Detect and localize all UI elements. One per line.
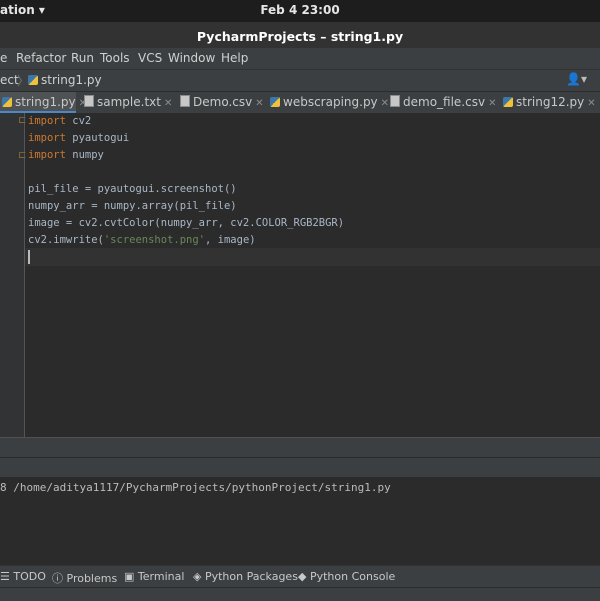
python-file-icon <box>2 97 12 107</box>
text-file-icon <box>84 95 94 107</box>
panel-separator[interactable] <box>0 437 600 458</box>
csv-file-icon <box>390 95 400 107</box>
python-file-icon <box>503 97 513 107</box>
breadcrumb-file[interactable]: string1.py <box>28 73 102 87</box>
menu-edit[interactable]: e <box>0 51 7 65</box>
tool-tab-problems[interactable]: ⓘ Problems <box>52 570 117 586</box>
tab-webscraping[interactable]: webscraping.py ✕ <box>270 92 389 114</box>
code-line[interactable]: import numpy <box>28 149 104 161</box>
python-console-icon: ◆ <box>298 570 307 583</box>
menu-refactor[interactable]: Refactor <box>16 51 66 65</box>
fold-marker-icon[interactable]: ⊏ <box>18 150 26 161</box>
python-file-icon <box>28 75 38 85</box>
run-output-text: 8 /home/aditya1117/PycharmProjects/pytho… <box>0 481 391 494</box>
tool-tab-python-packages[interactable]: ◈ Python Packages <box>193 570 298 583</box>
run-panel-header <box>0 457 600 478</box>
navigation-bar: ect 〉 string1.py 👤▾ <box>0 69 600 92</box>
menu-vcs[interactable]: VCS <box>138 51 162 65</box>
close-icon[interactable]: ✕ <box>381 98 389 109</box>
breadcrumb-project[interactable]: ect <box>0 73 19 87</box>
menu-run[interactable]: Run <box>71 51 94 65</box>
editor-tab-bar: string1.py ✕ sample.txt ✕ Demo.csv ✕ webscr… <box>0 91 600 115</box>
code-line[interactable]: image = cv2.cvtColor(numpy_arr, cv2.COLO… <box>28 217 344 229</box>
system-top-bar: ation ▾ Feb 4 23:00 <box>0 0 600 22</box>
tool-tab-terminal[interactable]: ▣ Terminal <box>124 570 184 583</box>
tool-window-bar: ☰ TODO ⓘ Problems ▣ Terminal ◈ Python Pa… <box>0 565 600 588</box>
window-titlebar: PycharmProjects – string1.py <box>0 22 600 48</box>
list-icon: ☰ <box>0 570 10 583</box>
editor-gutter[interactable] <box>0 113 24 437</box>
status-bar <box>0 587 600 601</box>
fold-marker-icon[interactable]: ⊏ <box>18 115 26 126</box>
current-line-highlight <box>25 248 600 266</box>
code-line[interactable]: cv2.imwrite('screenshot.png', image) <box>28 234 256 246</box>
tab-demo-file[interactable]: demo_file.csv ✕ <box>390 92 496 114</box>
tab-string1[interactable]: string1.py ✕ <box>0 92 87 114</box>
tab-sample[interactable]: sample.txt ✕ <box>84 92 172 114</box>
code-line[interactable]: import pyautogui <box>28 132 129 144</box>
code-line[interactable]: numpy_arr = numpy.array(pil_file) <box>28 200 237 212</box>
close-icon[interactable]: ✕ <box>255 98 263 109</box>
menu-tools[interactable]: Tools <box>100 51 130 65</box>
clock[interactable]: Feb 4 23:00 <box>0 3 600 17</box>
python-file-icon <box>270 97 280 107</box>
csv-file-icon <box>180 95 190 107</box>
terminal-icon: ▣ <box>124 570 135 583</box>
problems-icon: ⓘ <box>52 572 63 585</box>
close-icon[interactable]: ✕ <box>587 98 595 109</box>
user-icon[interactable]: 👤▾ <box>566 72 587 86</box>
packages-icon: ◈ <box>193 570 202 583</box>
text-caret <box>28 250 30 264</box>
tool-tab-python-console[interactable]: ◆ Python Console <box>298 570 395 583</box>
code-line[interactable]: pil_file = pyautogui.screenshot() <box>28 183 237 195</box>
tool-tab-todo[interactable]: ☰ TODO <box>0 570 46 583</box>
tab-string12[interactable]: string12.py ✕ <box>503 92 596 114</box>
code-line[interactable]: import cv2 <box>28 115 91 127</box>
close-icon[interactable]: ✕ <box>488 98 496 109</box>
menu-bar: e Refactor Run Tools VCS Window Help <box>0 48 600 69</box>
code-editor[interactable] <box>24 113 600 437</box>
window-title: PycharmProjects – string1.py <box>196 29 404 44</box>
menu-help[interactable]: Help <box>221 51 248 65</box>
close-icon[interactable]: ✕ <box>164 98 172 109</box>
menu-window[interactable]: Window <box>168 51 215 65</box>
tab-demo-csv[interactable]: Demo.csv ✕ <box>180 92 264 114</box>
